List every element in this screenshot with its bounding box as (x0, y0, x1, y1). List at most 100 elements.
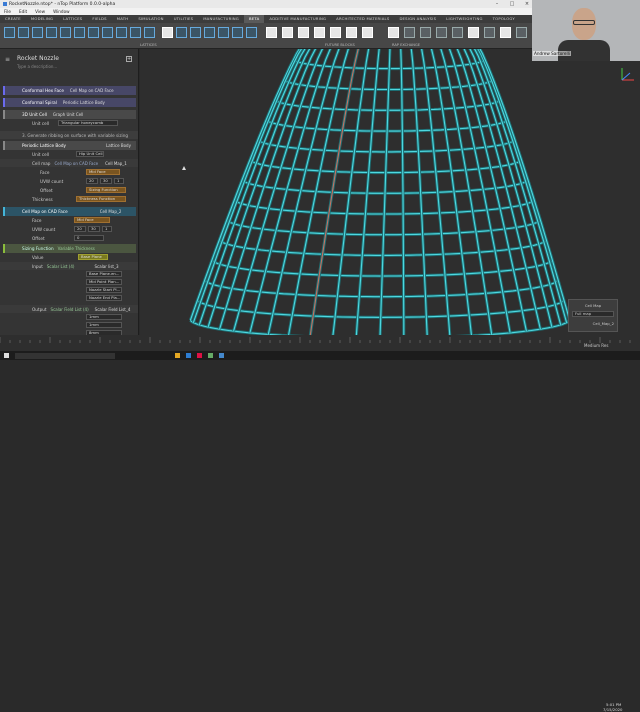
unit-cell-input-label: Unit cell (32, 151, 50, 157)
full-map-select[interactable]: Full map (572, 311, 614, 317)
maximize-icon[interactable]: □ (505, 0, 519, 8)
tab-architected-materials[interactable]: ARCHITECTED MATERIALS (331, 15, 394, 23)
rap-icon-1[interactable] (388, 27, 399, 38)
tab-lattices[interactable]: LATTICES (58, 15, 87, 23)
lattice-icon-17[interactable] (232, 27, 243, 38)
block-name: Sizing Function (22, 245, 54, 251)
rap-icon-8[interactable] (500, 27, 511, 38)
tab-design-analysis[interactable]: DESIGN ANALYSIS (394, 15, 441, 23)
tab-modeling[interactable]: MODELING (26, 15, 58, 23)
tab-additive-manufacturing[interactable]: ADDITIVE MANUFACTURING (264, 15, 331, 23)
lattice-icon-10[interactable] (130, 27, 141, 38)
taskbar-app-3-icon[interactable] (197, 353, 202, 358)
add-block-button[interactable]: + (126, 56, 132, 62)
notebook-description[interactable]: Type a description... (17, 64, 57, 69)
render-quality[interactable]: Medium Res (584, 343, 608, 348)
rap-icon-3[interactable] (420, 27, 431, 38)
face-input[interactable]: Mid Face (86, 169, 120, 175)
unit-cell-input[interactable]: Hip Unit Cell (76, 151, 104, 157)
minimize-icon[interactable]: – (490, 0, 504, 8)
lattice-icon-11[interactable] (144, 27, 155, 38)
lattice-icon-18[interactable] (246, 27, 257, 38)
tab-simulation[interactable]: SIMULATION (133, 15, 168, 23)
rap-icon-7[interactable] (484, 27, 495, 38)
output-item-1[interactable]: 1mm (86, 314, 122, 320)
face-label: Face (40, 169, 50, 175)
block-name: Conformal Hex Face (22, 87, 64, 93)
tab-fields[interactable]: FIELDS (87, 15, 111, 23)
lattice-icon-9[interactable] (116, 27, 127, 38)
lattice-icon-6[interactable] (74, 27, 85, 38)
uvw-u-input[interactable]: 20 (86, 178, 98, 184)
notebook-title[interactable]: Rocket Nozzle (17, 55, 59, 62)
lattice-icon-1[interactable] (4, 27, 15, 38)
block-icon-4[interactable] (314, 27, 325, 38)
block-icon-7[interactable] (362, 27, 373, 38)
menu-edit[interactable]: Edit (19, 9, 27, 14)
offset-input[interactable]: 0 (74, 235, 104, 241)
block-value: Periodic Lattice Body (62, 99, 105, 105)
input-item-1[interactable]: Base Plane.en... (86, 271, 122, 277)
lattice-icon-13[interactable] (176, 27, 187, 38)
lattice-icon-14[interactable] (190, 27, 201, 38)
thickness-input[interactable]: Thickness Function (76, 196, 126, 202)
lattice-icon-5[interactable] (60, 27, 71, 38)
rap-icon-6[interactable] (468, 27, 479, 38)
lattice-icon-3[interactable] (32, 27, 43, 38)
mouse-cursor (182, 166, 186, 170)
block-icon-1[interactable] (266, 27, 277, 38)
tab-beta[interactable]: BETA (243, 15, 265, 23)
tab-topology[interactable]: TOPOLOGY (488, 15, 520, 23)
search-bar[interactable] (15, 352, 115, 359)
taskbar-app-5-icon[interactable] (219, 353, 224, 358)
input-label: Input (32, 263, 43, 269)
uvw-u-input[interactable]: 20 (74, 226, 86, 232)
block-value: Graph Unit Cell (52, 111, 84, 117)
uvw-w-input[interactable]: 1 (114, 178, 124, 184)
lattice-model[interactable] (140, 49, 640, 335)
menu-window[interactable]: Window (53, 9, 70, 14)
rap-icon-4[interactable] (436, 27, 447, 38)
lattice-icon-8[interactable] (102, 27, 113, 38)
start-icon[interactable] (4, 353, 9, 358)
block-icon-5[interactable] (330, 27, 341, 38)
tab-create[interactable]: CREATE (0, 15, 26, 23)
rap-icon-9[interactable] (516, 27, 527, 38)
menu-icon[interactable]: ≡ (5, 56, 10, 63)
face-input[interactable]: Mid Face (74, 217, 110, 223)
block-value: Cell Map on CAD Face (69, 87, 114, 93)
taskbar-app-1-icon[interactable] (175, 353, 180, 358)
uvw-w-input[interactable]: 1 (102, 226, 112, 232)
value-input[interactable]: Base Plane (78, 254, 108, 260)
group-label-future-blocks: FUTURE BLOCKS (325, 43, 355, 47)
block-icon-2[interactable] (282, 27, 293, 38)
input-item-3[interactable]: Nozzle Start Pl... (86, 287, 122, 293)
output-item-2[interactable]: 1mm (86, 322, 122, 328)
block-icon-3[interactable] (298, 27, 309, 38)
rap-icon-2[interactable] (404, 27, 415, 38)
lattice-icon-15[interactable] (204, 27, 215, 38)
tab-manufacturing[interactable]: MANUFACTURING (198, 15, 244, 23)
cell-map-overlay[interactable]: Cell Map Full map Cell_Map_2 (568, 299, 618, 332)
unit-cell-field[interactable]: Triangular honeycomb (58, 120, 118, 126)
3d-viewport[interactable] (140, 49, 640, 335)
taskbar-app-4-icon[interactable] (208, 353, 213, 358)
input-item-4[interactable]: Nozzle End Pla... (86, 295, 122, 301)
lattice-icon-2[interactable] (18, 27, 29, 38)
menu-view[interactable]: View (35, 9, 45, 14)
lattice-icon-12[interactable] (162, 27, 173, 38)
rap-icon-5[interactable] (452, 27, 463, 38)
uvw-v-input[interactable]: 30 (88, 226, 100, 232)
lattice-icon-7[interactable] (88, 27, 99, 38)
uvw-v-input[interactable]: 30 (100, 178, 112, 184)
tab-math[interactable]: MATH (112, 15, 134, 23)
offset-input[interactable]: Sizing Function (86, 187, 126, 193)
tab-lightweighting[interactable]: LIGHTWEIGHTING (441, 15, 487, 23)
lattice-icon-16[interactable] (218, 27, 229, 38)
input-item-2[interactable]: Mid Point Plan... (86, 279, 122, 285)
menu-file[interactable]: File (4, 9, 11, 14)
lattice-icon-4[interactable] (46, 27, 57, 38)
block-icon-6[interactable] (346, 27, 357, 38)
tab-utilities[interactable]: UTILITIES (169, 15, 199, 23)
taskbar-app-2-icon[interactable] (186, 353, 191, 358)
